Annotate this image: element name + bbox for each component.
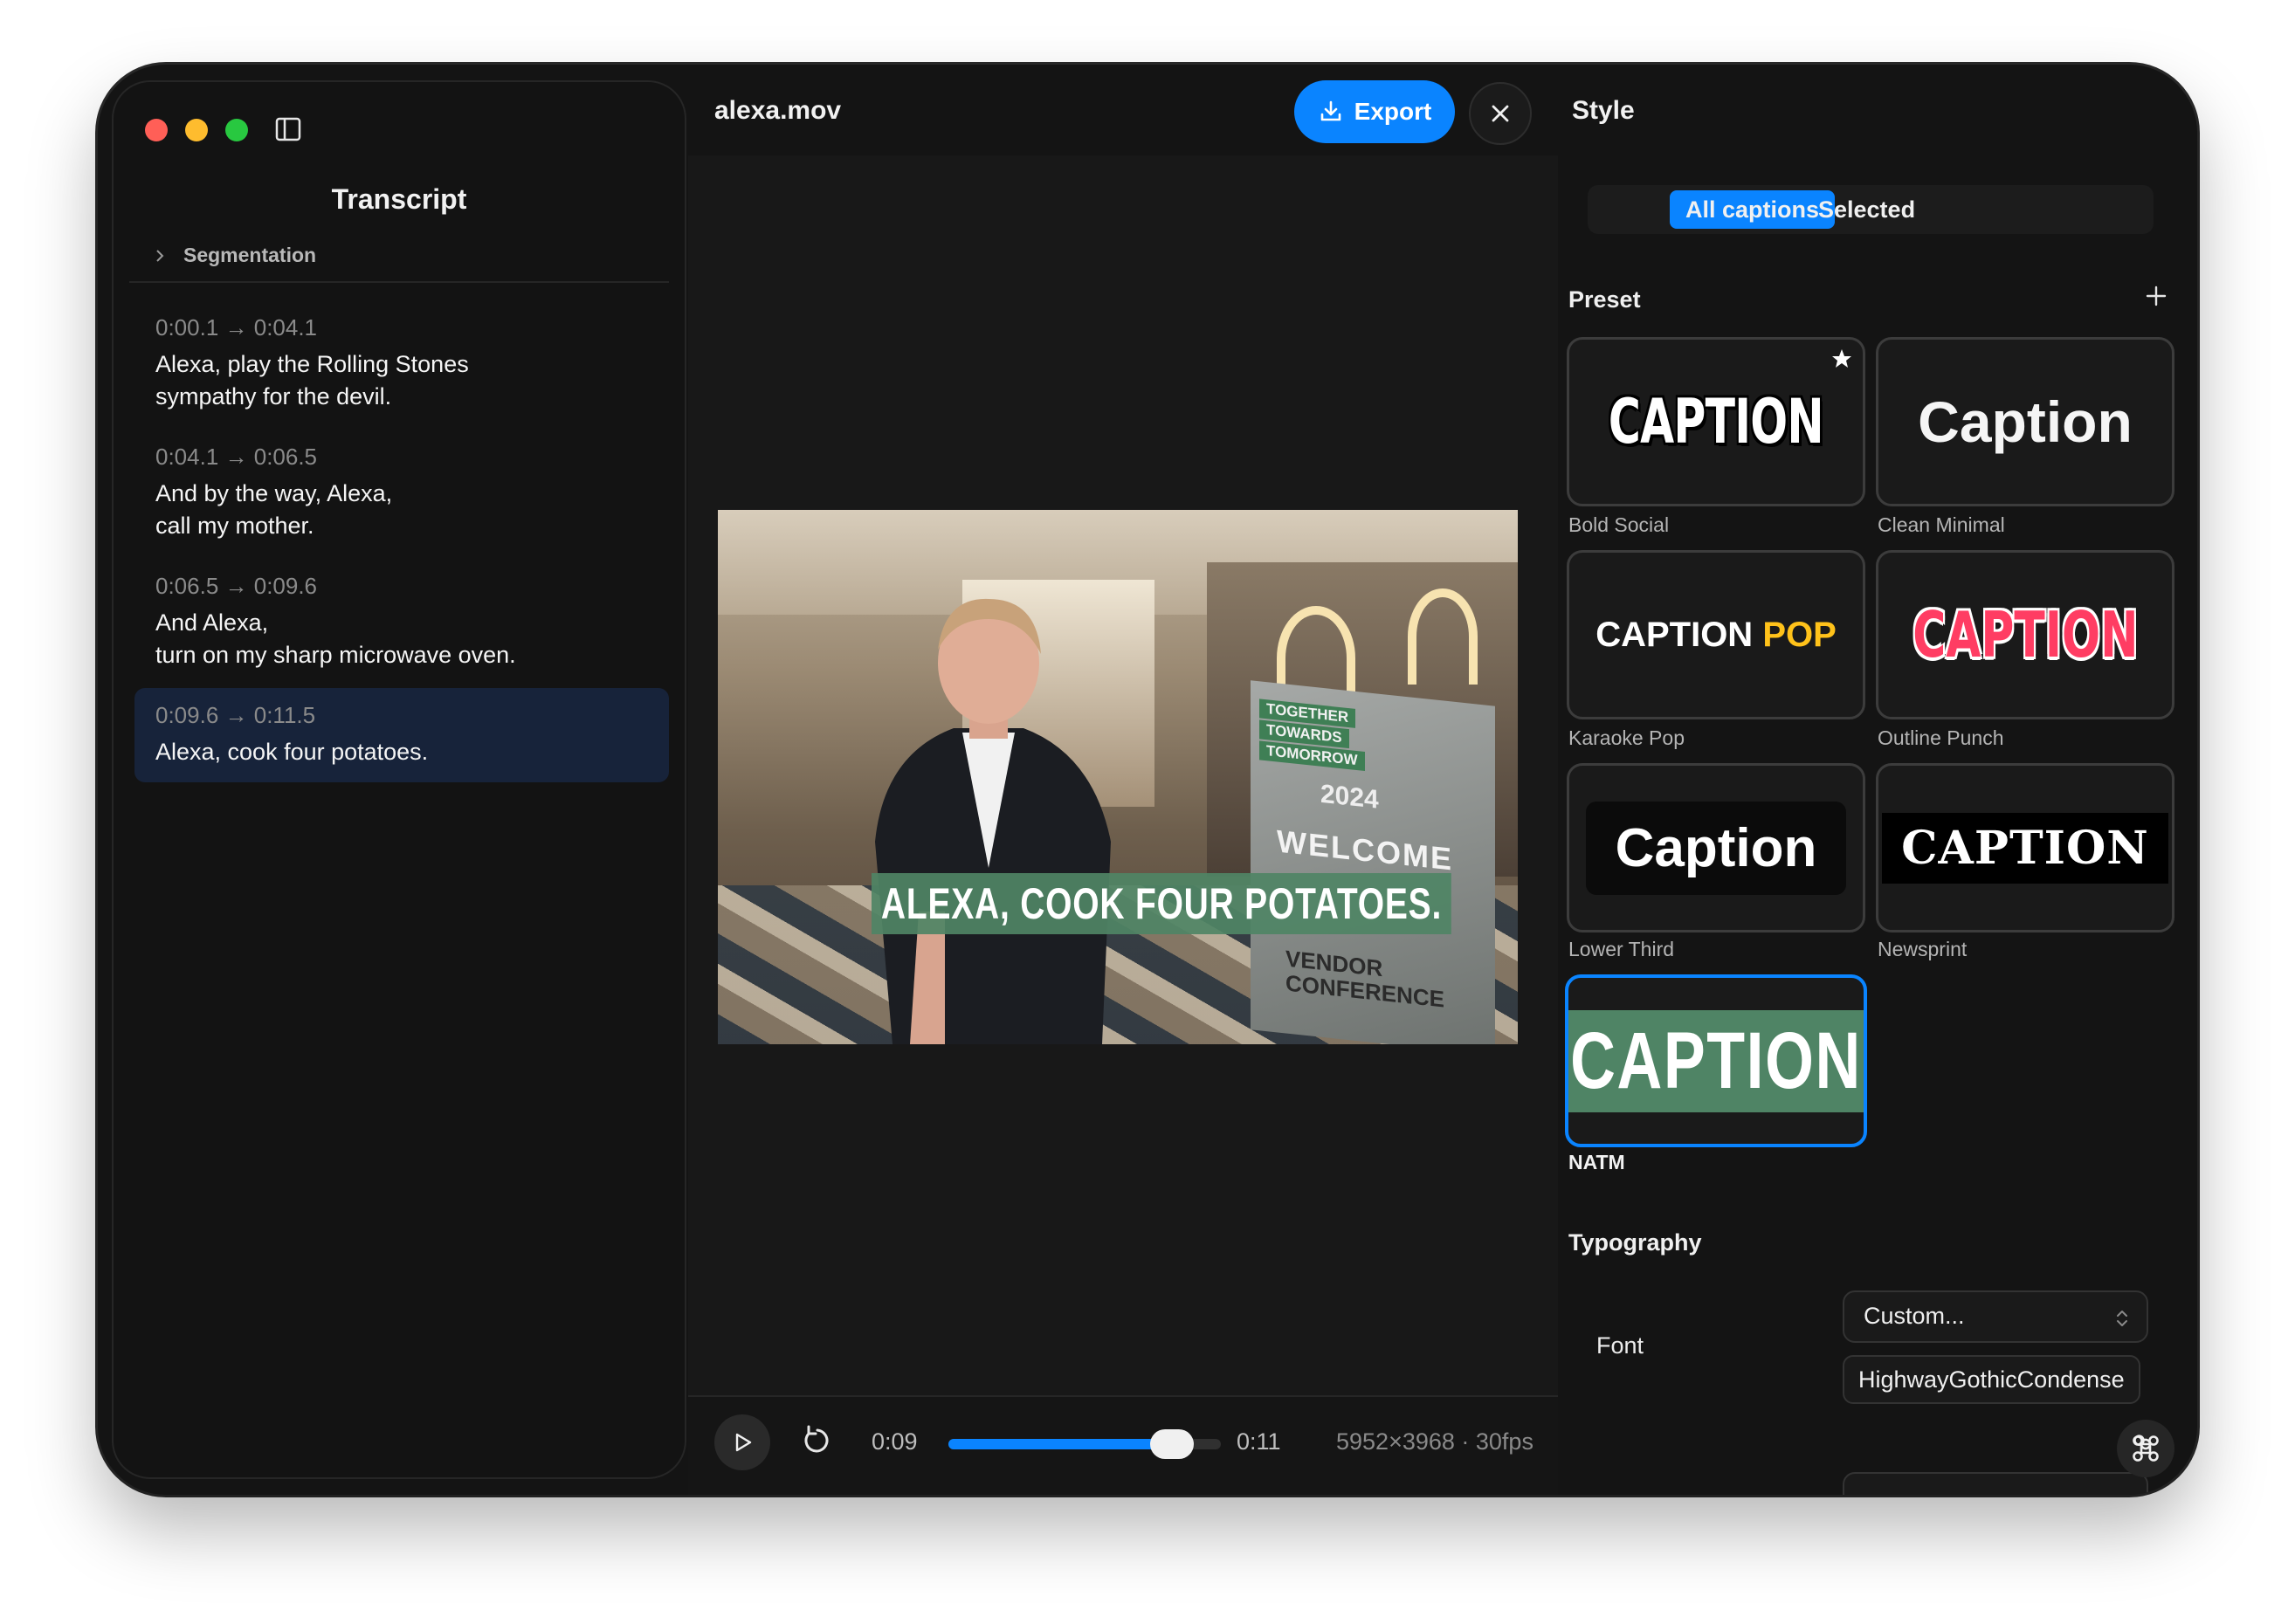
chevron-right-icon bbox=[156, 249, 164, 262]
plus-icon[interactable] bbox=[2143, 283, 2169, 309]
next-field[interactable] bbox=[1843, 1472, 2148, 1495]
entry-text: And Alexa, turn on my sharp microwave ov… bbox=[155, 609, 516, 668]
entry-text: Alexa, play the Rolling Stones sympathy … bbox=[155, 351, 469, 409]
divider bbox=[129, 281, 669, 283]
preset-heading: Preset bbox=[1568, 286, 1641, 313]
preset-sample: CAPTION bbox=[1882, 812, 2168, 884]
file-title: alexa.mov bbox=[714, 96, 842, 125]
segmentation-label: Segmentation bbox=[183, 244, 317, 266]
preset-name: Lower Third bbox=[1568, 938, 1675, 960]
preset-name: Karaoke Pop bbox=[1568, 726, 1685, 749]
chevron-up-down-icon bbox=[2117, 1311, 2127, 1326]
app-window: Transcript Segmentation 0:00.1 → 0:04.1 … bbox=[98, 65, 2197, 1495]
export-button[interactable]: Export bbox=[1294, 80, 1455, 143]
font-label: Font bbox=[1596, 1332, 1644, 1359]
download-icon bbox=[1320, 100, 1340, 121]
close-icon bbox=[1492, 105, 1509, 122]
font-select-value: Custom... bbox=[1864, 1303, 1965, 1329]
entry-text: Alexa, cook four potatoes. bbox=[155, 739, 429, 765]
preset-name: NATM bbox=[1568, 1151, 1625, 1173]
preset-card-lower-third[interactable]: Caption bbox=[1567, 763, 1865, 932]
caption-scope-control: All captions Selected bbox=[1588, 185, 2154, 234]
sign-conference: VENDOR CONFERENCE bbox=[1285, 945, 1445, 1013]
scrubber-thumb[interactable] bbox=[1149, 1429, 1194, 1459]
play-icon bbox=[735, 1433, 752, 1452]
zoom-window-button[interactable] bbox=[225, 119, 248, 141]
font-name-chip[interactable]: HighwayGothicCondense bbox=[1843, 1355, 2140, 1404]
preset-card-clean-minimal[interactable]: Caption bbox=[1876, 337, 2174, 506]
scrubber[interactable] bbox=[948, 1429, 1221, 1459]
preset-card-natm[interactable]: CAPTION bbox=[1565, 974, 1867, 1147]
minimize-window-button[interactable] bbox=[185, 119, 208, 141]
transcript-sidebar: Transcript Segmentation 0:00.1 → 0:04.1 … bbox=[112, 80, 686, 1479]
star-icon bbox=[1832, 349, 1851, 368]
transcript-title: Transcript bbox=[331, 183, 467, 215]
current-time: 0:09 bbox=[872, 1428, 918, 1455]
play-button[interactable] bbox=[714, 1414, 770, 1470]
typography-heading: Typography bbox=[1568, 1229, 1702, 1256]
video-light-fixture bbox=[1408, 588, 1478, 685]
preset-sample: CAPTION bbox=[1608, 386, 1824, 458]
preset-name: Outline Punch bbox=[1878, 726, 2004, 749]
duration: 0:11 bbox=[1237, 1428, 1281, 1455]
entry-time: 0:00.1 → 0:04.1 bbox=[155, 314, 318, 341]
caption-overlay[interactable]: ALEXA, COOK FOUR POTATOES. bbox=[872, 873, 1451, 934]
video-sign: TOGETHER TOWARDS TOMORROW 2024 WELCOME V… bbox=[1251, 680, 1495, 1044]
transcript-entry[interactable]: 0:00.1 → 0:04.1 Alexa, play the Rolling … bbox=[134, 300, 669, 427]
preset-card-bold-social[interactable]: CAPTION bbox=[1567, 337, 1865, 506]
segmentation-disclosure[interactable]: Segmentation bbox=[152, 244, 316, 267]
command-icon bbox=[2133, 1435, 2159, 1462]
close-window-button[interactable] bbox=[145, 119, 168, 141]
entry-time: 0:06.5 → 0:09.6 bbox=[155, 573, 318, 599]
transcript-entry-active[interactable]: 0:09.6 → 0:11.5 Alexa, cook four potatoe… bbox=[134, 688, 669, 782]
sign-welcome: WELCOME bbox=[1277, 822, 1453, 877]
entry-text: And by the way, Alexa, call my mother. bbox=[155, 480, 393, 539]
entry-time: 0:04.1 → 0:06.5 bbox=[155, 444, 318, 470]
preset-sample: Caption bbox=[1585, 801, 1847, 895]
scope-selected[interactable]: Selected bbox=[1802, 190, 1931, 229]
video-person bbox=[875, 598, 1111, 1044]
preset-sample: Caption bbox=[1918, 389, 2133, 454]
font-select[interactable]: Custom... bbox=[1843, 1290, 2148, 1343]
preset-sample: CAPTION bbox=[1912, 598, 2139, 671]
replay-icon[interactable] bbox=[800, 1423, 835, 1458]
video-meta: 5952×3968 · 30fps bbox=[1336, 1428, 1533, 1455]
preset-name: Bold Social bbox=[1568, 513, 1670, 536]
scrubber-fill bbox=[948, 1439, 1172, 1449]
style-panel-title: Style bbox=[1572, 96, 1635, 125]
sidebar-toggle-icon[interactable] bbox=[274, 115, 302, 143]
video-preview[interactable]: TOGETHER TOWARDS TOMORROW 2024 WELCOME V… bbox=[718, 510, 1518, 1044]
preset-sample: CAPTION POP bbox=[1595, 616, 1837, 655]
transcript-entry[interactable]: 0:04.1 → 0:06.5 And by the way, Alexa, c… bbox=[134, 430, 669, 556]
preset-name: Newsprint bbox=[1878, 938, 1968, 960]
preset-sample-word: CAPTION bbox=[1595, 615, 1754, 654]
preset-card-outline-punch[interactable]: CAPTION bbox=[1876, 550, 2174, 719]
preset-name: Clean Minimal bbox=[1878, 513, 2005, 536]
command-button[interactable] bbox=[2117, 1420, 2174, 1477]
player-controls: 0:09 0:11 5952×3968 · 30fps bbox=[688, 1397, 1558, 1495]
sign-year: 2024 bbox=[1320, 779, 1379, 815]
entry-time: 0:09.6 → 0:11.5 bbox=[155, 702, 316, 728]
preset-card-newsprint[interactable]: CAPTION bbox=[1876, 763, 2174, 932]
preset-sample-highlight: POP bbox=[1762, 615, 1837, 654]
export-label: Export bbox=[1354, 98, 1432, 125]
preset-sample: CAPTION bbox=[1568, 1009, 1864, 1112]
preset-card-karaoke-pop[interactable]: CAPTION POP bbox=[1567, 550, 1865, 719]
close-button[interactable] bbox=[1469, 82, 1532, 145]
transcript-entry[interactable]: 0:06.5 → 0:09.6 And Alexa, turn on my sh… bbox=[134, 559, 669, 685]
